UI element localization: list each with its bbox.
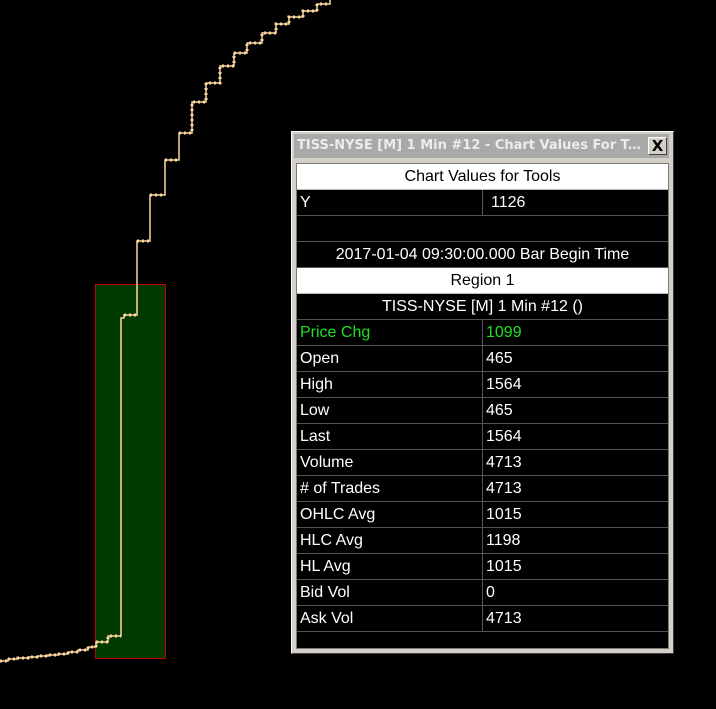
row-label: Low [297, 398, 483, 423]
row-label: Last [297, 424, 483, 449]
values-table[interactable]: Chart Values for Tools Y 1126 2017-01-04 … [296, 163, 669, 649]
table-row: OHLC Avg 1015 [297, 502, 668, 528]
row-label: Price Chg [297, 320, 483, 345]
y-row: Y 1126 [297, 190, 668, 216]
row-value: 1015 [486, 506, 522, 523]
region-row: Region 1 [297, 268, 668, 294]
row-value: 1198 [486, 532, 521, 549]
window-title: TISS-NYSE [M] 1 Min #12 - Chart Values F… [297, 138, 645, 153]
table-row: Last 1564 [297, 424, 668, 450]
table-row: Ask Vol 4713 [297, 606, 668, 632]
row-value: 1564 [486, 428, 522, 445]
close-icon: X [651, 137, 664, 155]
selected-region[interactable] [95, 284, 166, 659]
y-label: Y [297, 190, 483, 215]
row-label: High [297, 372, 483, 397]
table-row: Low 465 [297, 398, 668, 424]
table-row: Volume 4713 [297, 450, 668, 476]
row-label: Open [297, 346, 483, 371]
bar-time-row: 2017-01-04 09:30:00.000 Bar Begin Time [297, 242, 668, 268]
row-label: OHLC Avg [297, 502, 483, 527]
row-label: Volume [297, 450, 483, 475]
symbol-row: TISS-NYSE [M] 1 Min #12 () [297, 294, 668, 320]
row-label: HLC Avg [297, 528, 483, 553]
row-label: Bid Vol [297, 580, 483, 605]
row-value: 1099 [486, 324, 522, 341]
table-row: # of Trades 4713 [297, 476, 668, 502]
table-header: Chart Values for Tools [297, 164, 668, 190]
table-row: HLC Avg 1198 [297, 528, 668, 554]
table-row: HL Avg 1015 [297, 554, 668, 580]
row-label: Ask Vol [297, 606, 483, 631]
table-row: Price Chg 1099 [297, 320, 668, 346]
row-label: HL Avg [297, 554, 483, 579]
table-row: Bid Vol 0 [297, 580, 668, 606]
row-value: 4713 [486, 480, 522, 497]
chart-values-window[interactable]: TISS-NYSE [M] 1 Min #12 - Chart Values F… [291, 131, 674, 654]
table-row: Open 465 [297, 346, 668, 372]
row-value: 0 [486, 584, 495, 601]
window-titlebar[interactable]: TISS-NYSE [M] 1 Min #12 - Chart Values F… [294, 134, 669, 158]
row-value: 465 [486, 402, 513, 419]
row-value: 1564 [486, 376, 522, 393]
table-row: High 1564 [297, 372, 668, 398]
close-button[interactable]: X [648, 137, 667, 155]
row-value: 4713 [486, 454, 522, 471]
spacer-row [297, 216, 668, 242]
y-value: 1126 [491, 194, 526, 211]
row-value: 1015 [486, 558, 522, 575]
row-value: 465 [486, 350, 513, 367]
row-value: 4713 [486, 610, 522, 627]
row-label: # of Trades [297, 476, 483, 501]
